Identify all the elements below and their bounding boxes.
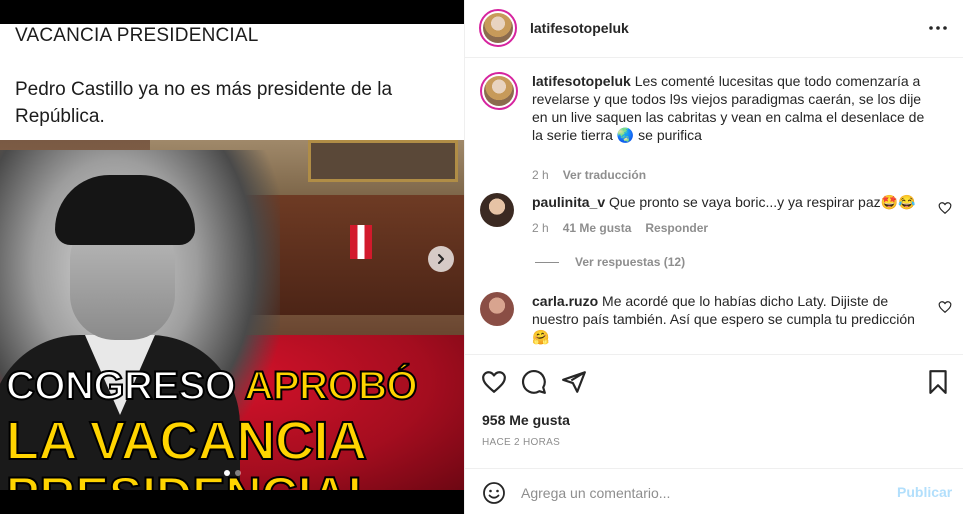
headline-word-1: CONGRESO [5, 363, 237, 409]
carousel-next-button[interactable] [428, 246, 454, 272]
view-replies-label: Ver respuestas (12) [575, 255, 686, 269]
post-actions: 958 Me gusta HACE 2 HORAS [465, 354, 963, 466]
bookmark-icon[interactable] [925, 369, 951, 395]
avatar[interactable] [479, 9, 517, 47]
publish-button[interactable]: Publicar [897, 484, 952, 500]
view-replies-button[interactable]: Ver respuestas (12) [535, 255, 685, 269]
carousel-indicator [224, 470, 241, 476]
avatar[interactable] [480, 193, 514, 227]
add-comment-bar: Publicar [465, 468, 963, 514]
chevron-right-icon [438, 254, 444, 264]
comment-text: carla.ruzo Me acordé que lo habías dicho… [532, 292, 932, 346]
avatar[interactable] [480, 72, 518, 110]
headline-line-1: CONGRESO APROBÓ [5, 363, 419, 409]
comment-username[interactable]: carla.ruzo [532, 293, 598, 309]
post-body-text: Pedro Castillo ya no es más presidente d… [15, 79, 393, 127]
carousel-dot [235, 470, 241, 476]
emoji-icon[interactable] [482, 481, 506, 505]
portrait-hair [55, 175, 195, 245]
headline-line-3: PRESIDENCIAL [5, 466, 379, 490]
caption-text: latifesotopeluk Les comenté lucesitas qu… [532, 72, 932, 144]
media-bottom-bar [0, 490, 464, 514]
comment-time: 2 h [532, 221, 549, 235]
headline-line-2: LA VACANCIA [5, 410, 368, 472]
peru-flag [350, 225, 372, 259]
caption-username[interactable]: latifesotopeluk [532, 73, 631, 89]
comment-body: Que pronto se vaya boric...y ya respirar… [609, 194, 881, 210]
comment-icon[interactable] [521, 369, 547, 395]
comment-emoji: 🤩😂 [880, 194, 916, 210]
post-header: latifesotopeluk [465, 0, 963, 58]
post-timestamp: HACE 2 HORAS [482, 437, 561, 448]
headline-word-2: APROBÓ [244, 363, 419, 409]
caption-body-end: se purifica [634, 127, 702, 143]
globe-emoji: 🌏 [616, 127, 635, 143]
reply-button[interactable]: Responder [645, 221, 708, 235]
likes-count[interactable]: 958 Me gusta [482, 412, 570, 428]
avatar[interactable] [480, 292, 514, 326]
heart-icon[interactable] [481, 369, 507, 395]
post-details-panel: latifesotopeluk latifesotopeluk Les come… [464, 0, 963, 514]
divider [535, 261, 559, 263]
comment-input[interactable] [521, 481, 881, 505]
comments-list[interactable]: latifesotopeluk Les comenté lucesitas qu… [465, 59, 963, 353]
comment-text: paulinita_v Que pronto se vaya boric...y… [532, 193, 932, 211]
caption-meta: 2 h Ver traducción [532, 168, 646, 182]
comment-likes[interactable]: 41 Me gusta [563, 221, 632, 235]
congress-painting [308, 140, 458, 182]
media-top-bar [0, 0, 464, 24]
more-horizontal-icon[interactable] [927, 18, 949, 38]
post-text-card: VACANCIA PRESIDENCIAL Pedro Castillo ya … [0, 24, 464, 140]
comment-meta: 2 h 41 Me gusta Responder [532, 221, 708, 235]
post-media: VACANCIA PRESIDENCIAL Pedro Castillo ya … [0, 0, 464, 514]
header-username[interactable]: latifesotopeluk [530, 20, 629, 36]
carousel-dot-active [224, 470, 230, 476]
comment-emoji: 🤗 [532, 329, 550, 345]
caption-time: 2 h [532, 168, 549, 182]
paper-plane-icon[interactable] [561, 369, 587, 395]
post-heading: VACANCIA PRESIDENCIAL [15, 25, 259, 46]
comment-username[interactable]: paulinita_v [532, 194, 605, 210]
post-photo: CONGRESO APROBÓ LA VACANCIA PRESIDENCIAL [0, 140, 464, 490]
heart-icon[interactable] [938, 300, 952, 314]
translate-link[interactable]: Ver traducción [563, 168, 646, 182]
heart-icon[interactable] [938, 201, 952, 215]
